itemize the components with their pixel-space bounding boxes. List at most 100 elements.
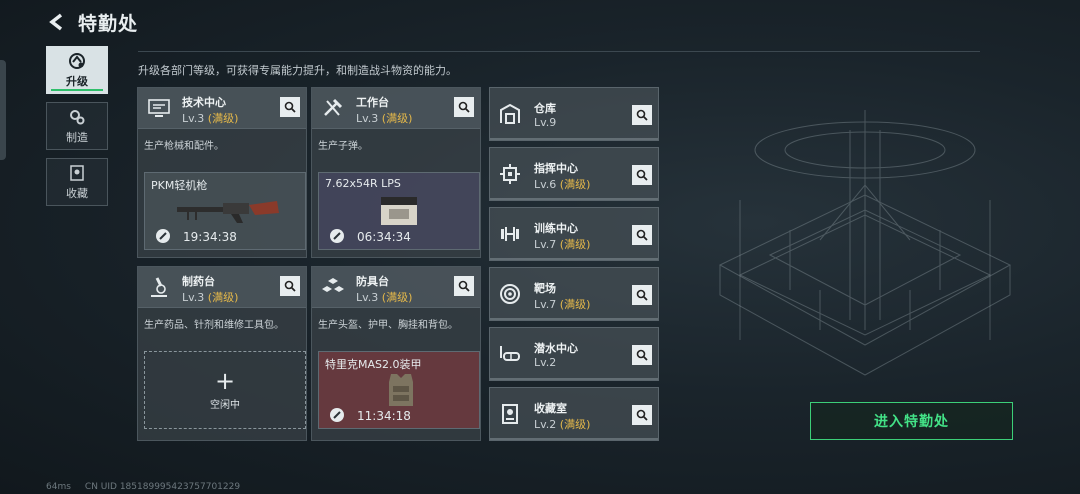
dept-level: Lv.3 (满级) [182,291,239,304]
dept-name: 潜水中心 [534,342,578,355]
tech-center-icon [144,94,174,122]
dept-level: Lv.6 (满级) [534,178,591,191]
workbench-tools-icon [318,94,348,122]
search-icon [636,349,648,361]
command-chip-icon [496,160,524,188]
enter-special-ops-button[interactable]: 进入特勤处 [810,402,1013,440]
search-button[interactable] [280,276,300,296]
dept-name: 技术中心 [182,96,226,109]
dept-name: 训练中心 [534,222,578,235]
wrench-icon [330,229,344,243]
dept-card-tech-center[interactable]: 技术中心 Lv.3 (满级) 生产枪械和配件。 PKM轻机枪 19:34:38 [137,87,307,258]
search-button[interactable] [632,345,652,365]
search-button[interactable] [632,225,652,245]
machine-gun-image [177,201,279,223]
search-icon [458,101,470,113]
dept-level: Lv.2 [534,356,557,369]
side-dept-collection-room[interactable]: 收藏室 Lv.2 (满级) [489,387,659,441]
card-header: 工作台 Lv.3 (满级) [312,88,480,129]
ammo-box-image [381,197,417,225]
product-name: 7.62x54R LPS [325,177,401,190]
dept-name: 防具台 [356,275,389,288]
dept-description: 生产枪械和配件。 [144,141,224,152]
base-hologram-art [718,110,1012,376]
search-button[interactable] [632,165,652,185]
production-slot[interactable]: 特里克MAS2.0装甲 11:34:18 [318,351,480,429]
search-icon [636,169,648,181]
ping-readout: 64ms [46,482,71,492]
side-dept-diving-center[interactable]: 潜水中心 Lv.2 [489,327,659,381]
microscope-icon [144,273,174,301]
dept-name: 制药台 [182,275,215,288]
nav-label: 收藏 [66,186,88,200]
status-footer: 64ms CN UID 18518999542375770​1229 [46,482,240,492]
search-icon [636,229,648,241]
production-slot[interactable]: 7.62x54R LPS 06:34:34 [318,172,480,250]
production-timer: 11:34:18 [357,409,411,423]
dept-level: Lv.3 (满级) [182,112,239,125]
collection-icon [70,164,84,181]
dept-name: 仓库 [534,102,556,115]
collection-room-icon [496,400,524,428]
production-timer: 06:34:34 [357,230,411,244]
dept-description: 生产子弹。 [318,141,368,152]
plus-icon: + [214,366,236,395]
dept-name: 靶场 [534,282,556,295]
search-icon [636,109,648,121]
dept-level: Lv.3 (满级) [356,112,413,125]
search-icon [284,101,296,113]
search-button[interactable] [280,97,300,117]
dept-level: Lv.7 (满级) [534,298,591,311]
side-dept-warehouse[interactable]: 仓库 Lv.9 [489,87,659,141]
search-button[interactable] [454,276,474,296]
card-header: 技术中心 Lv.3 (满级) [138,88,306,129]
back-arrow-icon[interactable] [46,11,68,33]
nav-label: 升级 [66,74,88,88]
production-timer: 19:34:38 [183,230,237,244]
dept-card-armor[interactable]: 防具台 Lv.3 (满级) 生产头盔、护甲、胸挂和背包。 特里克MAS2.0装甲… [311,266,481,441]
side-dept-shooting-range[interactable]: 靶场 Lv.7 (满级) [489,267,659,321]
dept-level: Lv.2 (满级) [534,418,591,431]
header-divider [138,51,980,52]
enter-button-label: 进入特勤处 [874,414,949,430]
nav-craft[interactable]: 制造 [46,102,108,150]
search-icon [636,289,648,301]
side-dept-training-center[interactable]: 训练中心 Lv.7 (满级) [489,207,659,261]
armor-boxes-icon [318,273,348,301]
card-header: 防具台 Lv.3 (满级) [312,267,480,308]
dept-name: 指挥中心 [534,162,578,175]
dept-card-workbench[interactable]: 工作台 Lv.3 (满级) 生产子弹。 7.62x54R LPS 06:34:3… [311,87,481,258]
wrench-icon [330,408,344,422]
side-edge-handle[interactable] [0,60,6,160]
nav-upgrade[interactable]: 升级 [46,46,108,94]
upgrade-icon [69,52,85,69]
header: 特勤处 [46,8,138,36]
dept-name: 收藏室 [534,402,567,415]
search-button[interactable] [632,105,652,125]
search-button[interactable] [632,285,652,305]
idle-label: 空闲中 [210,399,240,411]
production-slot[interactable]: PKM轻机枪 19:34:38 [144,172,306,250]
empty-production-slot[interactable]: + 空闲中 [144,351,306,429]
dept-level: Lv.7 (满级) [534,238,591,251]
page-title: 特勤处 [78,12,139,35]
page-subtitle: 升级各部门等级，可获得专属能力提升，和制造战斗物资的能力。 [138,64,457,77]
nav-collection[interactable]: 收藏 [46,158,108,206]
dumbbell-icon [496,220,524,248]
dept-card-pharmacy[interactable]: 制药台 Lv.3 (满级) 生产药品、针剂和维修工具包。 + 空闲中 [137,266,307,441]
craft-gears-icon [70,109,85,124]
dept-level: Lv.9 [534,116,557,129]
armor-vest-image [389,374,413,406]
side-dept-command-center[interactable]: 指挥中心 Lv.6 (满级) [489,147,659,201]
diving-mask-icon [496,340,524,368]
dept-level: Lv.3 (满级) [356,291,413,304]
dept-name: 工作台 [356,96,389,109]
product-name: PKM轻机枪 [151,179,208,192]
card-header: 制药台 Lv.3 (满级) [138,267,306,308]
search-icon [636,409,648,421]
nav-label: 制造 [66,130,88,144]
search-button[interactable] [454,97,474,117]
target-icon [496,280,524,308]
search-button[interactable] [632,405,652,425]
search-icon [284,280,296,292]
